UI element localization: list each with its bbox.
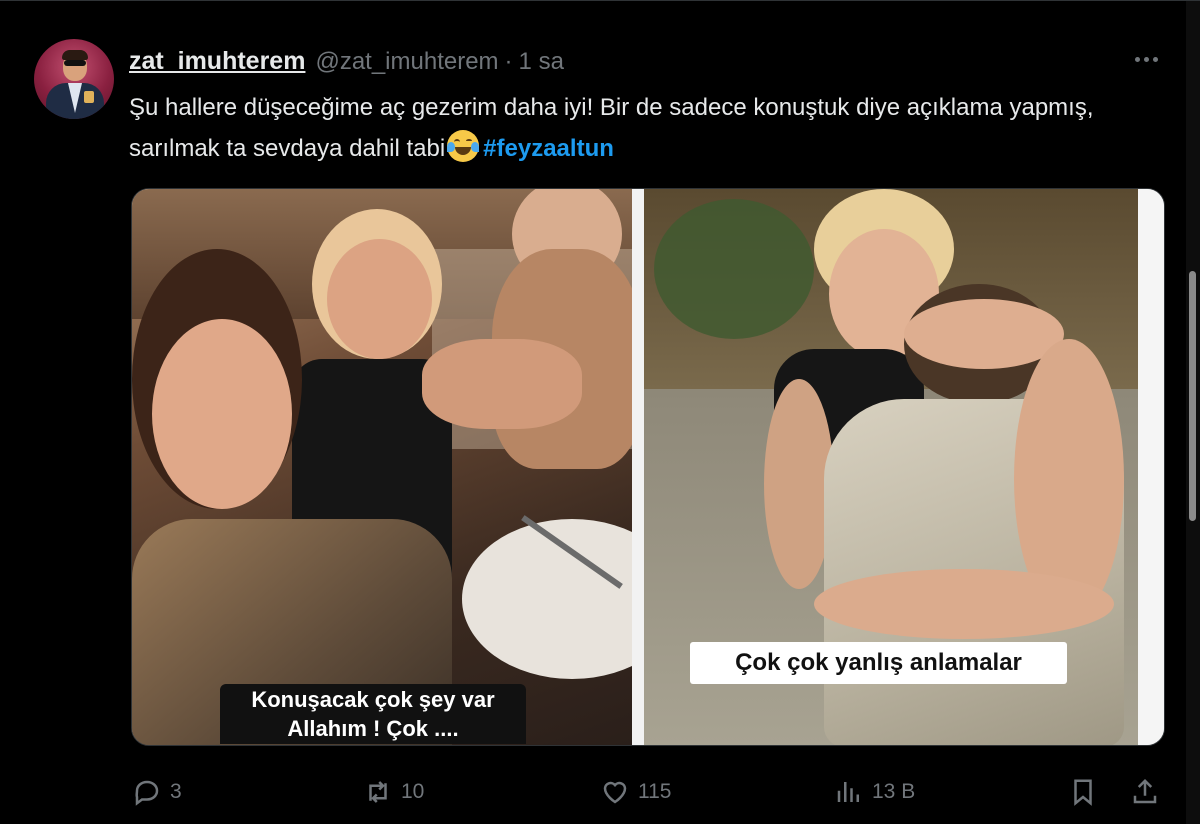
- share-button[interactable]: [1130, 769, 1168, 815]
- header-separator: ·: [504, 48, 513, 75]
- avatar-cup: [84, 91, 94, 103]
- media-edge: [1138, 189, 1164, 745]
- view-count: 13 B: [872, 780, 916, 803]
- user-handle[interactable]: @zat_imuhterem: [315, 48, 498, 76]
- retweet-button[interactable]: 10: [363, 769, 424, 815]
- left-caption-line2: Allahım ! Çok ....: [287, 716, 459, 741]
- avatar-hair: [62, 50, 88, 60]
- action-bar: 3 10 115 13 B: [0, 769, 1200, 815]
- reply-button[interactable]: 3: [132, 769, 182, 815]
- tears-of-joy-emoji-icon: [447, 130, 480, 162]
- media-photo-right[interactable]: Çok çok yanlış anlamalar: [644, 189, 1138, 745]
- scrollbar[interactable]: [1186, 1, 1200, 824]
- hashtag-link[interactable]: #feyzaaltun: [483, 135, 614, 162]
- media-photo-left[interactable]: Konuşacak çok şey var Allahım ! Çok ....: [132, 189, 632, 745]
- retweet-count: 10: [401, 780, 425, 803]
- left-caption-line1: Konuşacak çok şey var: [251, 687, 495, 712]
- bookmark-icon: [1074, 779, 1092, 806]
- heart-icon: [603, 781, 627, 804]
- like-count: 115: [638, 780, 672, 803]
- more-options-icon[interactable]: [1128, 45, 1164, 73]
- display-name[interactable]: zat_imuhterem: [129, 47, 305, 76]
- tweet-text: Şu hallere düşeceğime aç gezerim daha iy…: [129, 87, 1139, 169]
- avatar-sunglasses: [64, 60, 86, 66]
- timestamp[interactable]: 1 sa: [519, 48, 564, 76]
- media-divider: [632, 189, 644, 745]
- reply-icon: [135, 780, 159, 806]
- right-caption: Çok çok yanlış anlamalar: [690, 642, 1067, 684]
- scrollbar-thumb[interactable]: [1189, 271, 1196, 521]
- like-button[interactable]: 115: [600, 769, 671, 815]
- tweet-card[interactable]: zat_imuhterem @zat_imuhterem · 1 sa Şu h…: [0, 0, 1200, 824]
- tweet-media[interactable]: Konuşacak çok şey var Allahım ! Çok ....…: [131, 188, 1165, 746]
- analytics-icon: [837, 782, 859, 802]
- bookmark-button[interactable]: [1068, 769, 1106, 815]
- retweet-icon: [369, 781, 387, 803]
- left-caption: Konuşacak çok şey var Allahım ! Çok ....: [220, 684, 526, 744]
- views-button[interactable]: 13 B: [834, 769, 915, 815]
- tweet-header: zat_imuhterem @zat_imuhterem · 1 sa: [129, 47, 564, 75]
- avatar[interactable]: [34, 39, 114, 119]
- reply-count: 3: [170, 780, 182, 803]
- share-icon: [1133, 778, 1157, 804]
